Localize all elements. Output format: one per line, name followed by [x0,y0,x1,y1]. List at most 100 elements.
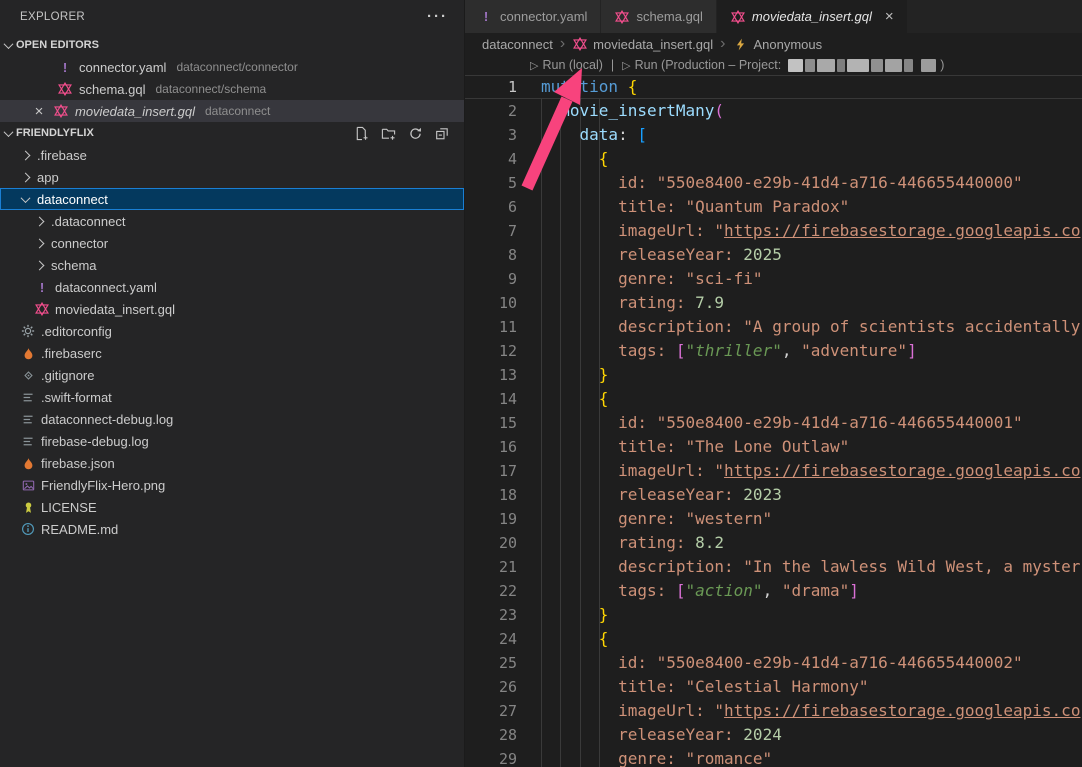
code-line[interactable]: 9 genre: "sci-fi" [465,267,1082,291]
code-text: title: "Celestial Harmony" [517,675,869,699]
flame-file-icon [20,457,36,470]
chevron-down-icon [4,127,14,137]
code-line[interactable]: 21 description: "In the lawless Wild Wes… [465,555,1082,579]
license-file-icon [20,501,36,514]
file-path-description: dataconnect/schema [155,82,266,96]
line-number: 3 [465,123,517,147]
new-folder-button[interactable] [381,126,396,141]
open-editors-section-header[interactable]: OPEN EDITORS [0,34,464,56]
line-number: 27 [465,699,517,723]
breadcrumb-item[interactable]: dataconnect [482,37,553,52]
code-line[interactable]: 26 title: "Celestial Harmony" [465,675,1082,699]
close-icon[interactable]: × [31,103,47,120]
file-tree: .firebaseappdataconnect.dataconnectconne… [0,144,464,540]
tab-connector-yaml[interactable]: !connector.yaml [465,0,600,33]
breadcrumb-separator: › [720,36,725,52]
code-line[interactable]: 2 movie_insertMany( [465,99,1082,123]
line-number: 26 [465,675,517,699]
code-text: description: "In the lawless Wild West, … [517,555,1080,579]
code-line[interactable]: 28 releaseYear: 2024 [465,723,1082,747]
code-line[interactable]: 7 imageUrl: "https://firebasestorage.goo… [465,219,1082,243]
tree-file--gitignore[interactable]: .gitignore [0,364,464,386]
code-line[interactable]: 4 { [465,147,1082,171]
project-section-header[interactable]: FRIENDLYFLIX [0,122,464,144]
code-line[interactable]: 27 imageUrl: "https://firebasestorage.go… [465,699,1082,723]
code-line[interactable]: 17 imageUrl: "https://firebasestorage.go… [465,459,1082,483]
run-production-link[interactable]: ▷ Run (Production – Project: ) [622,58,944,72]
tree-file-dataconnect-yaml[interactable]: !dataconnect.yaml [0,276,464,298]
tree-folder-dataconnect[interactable]: dataconnect [0,188,464,210]
code-line[interactable]: 16 title: "The Lone Outlaw" [465,435,1082,459]
code-line[interactable]: 18 releaseYear: 2023 [465,483,1082,507]
tree-file-dataconnect-debug-log[interactable]: dataconnect-debug.log [0,408,464,430]
code-line[interactable]: 23 } [465,603,1082,627]
code-text: releaseYear: 2025 [517,243,782,267]
code-line[interactable]: 22 tags: ["action", "drama"] [465,579,1082,603]
tree-folder-connector[interactable]: connector [0,232,464,254]
new-file-button[interactable] [354,126,369,141]
code-text: mutation { [517,75,637,99]
code-line[interactable]: 10 rating: 7.9 [465,291,1082,315]
tree-item-label: FriendlyFlix-Hero.png [41,478,165,493]
refresh-explorer-button[interactable] [408,126,423,141]
code-text: description: "A group of scientists acci… [517,315,1080,339]
tree-file-moviedata-insert-gql[interactable]: moviedata_insert.gql [0,298,464,320]
open-editor-item[interactable]: !connector.yamldataconnect/connector [0,56,464,78]
line-number: 13 [465,363,517,387]
tree-folder--firebase[interactable]: .firebase [0,144,464,166]
code-line[interactable]: 12 tags: ["thriller", "adventure"] [465,339,1082,363]
code-text: id: "550e8400-e29b-41d4-a716-44665544000… [517,171,1023,195]
tree-folder-app[interactable]: app [0,166,464,188]
tree-item-label: .editorconfig [41,324,112,339]
more-actions-icon[interactable]: ··· [427,12,448,22]
tree-file-firebase-json[interactable]: firebase.json [0,452,464,474]
codelens-suffix: ) [940,58,944,72]
code-line[interactable]: 20 rating: 8.2 [465,531,1082,555]
line-number: 2 [465,99,517,123]
explorer-sidebar: EXPLORER ··· OPEN EDITORS !connector.yam… [0,0,465,767]
code-editor[interactable]: 1mutation {2 movie_insertMany(3 data: [4… [465,75,1082,767]
tree-file--firebaserc[interactable]: .firebaserc [0,342,464,364]
code-line[interactable]: 3 data: [ [465,123,1082,147]
code-line[interactable]: 11 description: "A group of scientists a… [465,315,1082,339]
tree-file-friendlyflix-hero-png[interactable]: FriendlyFlix-Hero.png [0,474,464,496]
tree-file-license[interactable]: LICENSE [0,496,464,518]
code-line[interactable]: 15 id: "550e8400-e29b-41d4-a716-44665544… [465,411,1082,435]
chevron-right-icon [35,238,45,248]
codelens-bar: ▷ Run (local) | ▷ Run (Production – Proj… [465,55,1082,75]
tree-folder-schema[interactable]: schema [0,254,464,276]
code-line[interactable]: 19 genre: "western" [465,507,1082,531]
explorer-header: EXPLORER ··· [0,0,464,34]
code-line[interactable]: 25 id: "550e8400-e29b-41d4-a716-44665544… [465,651,1082,675]
file-name: schema.gql [79,82,145,97]
tab-moviedata-insert-gql[interactable]: moviedata_insert.gql× [717,0,907,33]
tree-file--swift-format[interactable]: .swift-format [0,386,464,408]
open-editor-item[interactable]: schema.gql dataconnect/schema [0,78,464,100]
code-line[interactable]: 14 { [465,387,1082,411]
line-number: 28 [465,723,517,747]
code-line[interactable]: 1mutation { [465,75,1082,99]
tree-file-firebase-debug-log[interactable]: firebase-debug.log [0,430,464,452]
tab-label: schema.gql [636,9,702,24]
code-line[interactable]: 29 genre: "romance" [465,747,1082,767]
breadcrumb-item[interactable]: moviedata_insert.gql [572,37,713,52]
tree-folder--dataconnect[interactable]: .dataconnect [0,210,464,232]
code-line[interactable]: 8 releaseYear: 2025 [465,243,1082,267]
code-line[interactable]: 24 { [465,627,1082,651]
collapse-folders-button[interactable] [435,126,450,141]
code-line[interactable]: 13 } [465,363,1082,387]
close-icon[interactable]: × [885,8,894,25]
code-text: imageUrl: "https://firebasestorage.googl… [517,219,1080,243]
tree-file--editorconfig[interactable]: .editorconfig [0,320,464,342]
tab-label: connector.yaml [500,9,587,24]
breadcrumb-item[interactable]: Anonymous [732,37,822,52]
code-line[interactable]: 5 id: "550e8400-e29b-41d4-a716-446655440… [465,171,1082,195]
tab-schema-gql[interactable]: schema.gql [601,0,715,33]
open-editor-item[interactable]: ×moviedata_insert.gqldataconnect [0,100,464,122]
code-line[interactable]: 6 title: "Quantum Paradox" [465,195,1082,219]
tree-file-readme-md[interactable]: README.md [0,518,464,540]
tree-item-label: moviedata_insert.gql [55,302,175,317]
project-actions [354,126,464,141]
run-local-link[interactable]: ▷ Run (local) [530,58,603,72]
graphql-file-icon [53,104,69,118]
